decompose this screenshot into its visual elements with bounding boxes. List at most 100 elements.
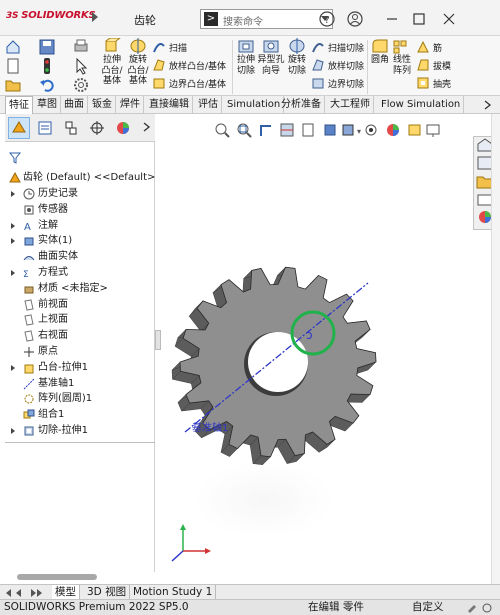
extrude-boss-icon <box>105 38 121 52</box>
revolve-cut-button[interactable]: 旋转 切除 <box>285 38 309 76</box>
swept-cut-button[interactable]: 扫描切除 <box>311 40 364 54</box>
display-style-icon: ▾ <box>342 124 361 136</box>
tree-item[interactable]: 材质 <未指定> <box>5 281 155 297</box>
tab-surfaces[interactable]: 曲面 <box>61 96 88 114</box>
loft-boss-button[interactable]: 放样凸台/基体 <box>152 58 226 72</box>
help-icon[interactable]: ? <box>316 8 338 30</box>
draft-button[interactable]: 拔模 <box>416 58 451 72</box>
options-gear-icon[interactable] <box>72 76 90 97</box>
save-icon[interactable] <box>38 38 56 59</box>
linear-pattern-button[interactable]: 线性 阵列 <box>391 38 413 76</box>
ribbon-separator <box>232 40 233 94</box>
filter-icon[interactable] <box>8 152 22 167</box>
tree-item[interactable]: 凸台-拉伸1 <box>5 360 155 376</box>
tab-simulation[interactable]: Simulation <box>224 96 285 114</box>
property-manager-tab-icon[interactable] <box>34 117 56 139</box>
minimize-icon[interactable] <box>381 8 403 30</box>
rib-button[interactable]: 筋 <box>416 40 442 54</box>
open-file-icon[interactable] <box>4 76 22 97</box>
tree-item[interactable]: 右视面 <box>5 328 155 344</box>
revolve-boss-button[interactable]: 旋转 凸台/ 基体 <box>126 38 150 87</box>
tree-item[interactable]: 上视面 <box>5 312 155 328</box>
expand-arrow-icon[interactable] <box>11 238 15 245</box>
tree-item[interactable]: 前视面 <box>5 297 155 313</box>
tree-item[interactable]: 基准轴1 <box>5 376 155 392</box>
new-file-icon[interactable] <box>4 57 22 78</box>
lofted-cut-icon <box>312 59 324 71</box>
tree-item[interactable]: 曲面实体 <box>5 249 155 265</box>
units-selector[interactable]: 自定义 <box>412 600 444 615</box>
boundary-cut-button[interactable]: 边界切除 <box>311 76 364 90</box>
tree-item[interactable]: 切除-拉伸1 <box>5 423 155 439</box>
fillet-button[interactable]: 圆角 <box>369 38 391 66</box>
tree-item[interactable]: 传感器 <box>5 202 155 218</box>
extrude-cut-icon <box>238 40 254 53</box>
tree-item-label: 传感器 <box>38 203 68 215</box>
tree-item[interactable]: 组合1 <box>5 407 155 423</box>
sweep-icon <box>153 43 165 53</box>
tab-analysis-prep[interactable]: 分析准备 <box>278 96 325 114</box>
gear-model[interactable]: 基准轴1 ↄ <box>161 114 473 572</box>
tree-item-label: 阵列(圆周)1 <box>38 393 93 405</box>
expand-arrow-icon[interactable] <box>11 364 15 371</box>
tab-evaluate[interactable]: 评估 <box>195 96 222 114</box>
extrude-cut-button[interactable]: 拉伸 切除 <box>234 38 258 76</box>
panel-tabs-more-icon[interactable] <box>141 122 151 135</box>
command-manager-tabs: 特征 草图 曲面 钣金 焊件 直接编辑 评估 Simulation 分析准备 大… <box>0 96 500 114</box>
undo-icon[interactable] <box>38 76 56 97</box>
expand-arrow-icon[interactable] <box>11 222 15 229</box>
zoom-to-area-icon <box>237 123 252 138</box>
print-icon[interactable] <box>72 38 90 59</box>
extrude-boss-button[interactable]: 拉伸 凸台/ 基体 <box>100 38 124 87</box>
annotation-icon: A <box>24 222 31 232</box>
tab-flow-simulation[interactable]: Flow Simulation <box>378 96 465 114</box>
select-arrow-icon[interactable] <box>72 57 90 78</box>
search-input[interactable]: > 搜索命令 <box>200 9 333 29</box>
hole-wizard-button[interactable]: 异型孔 向导 <box>258 38 285 76</box>
display-manager-tab-icon[interactable] <box>112 117 134 139</box>
solidworks-logo[interactable]: 3S SOLIDWORKS <box>6 10 96 21</box>
tree-item[interactable]: 阵列(圆周)1 <box>5 391 155 407</box>
feature-manager-tab-icon[interactable] <box>8 117 30 139</box>
shell-button[interactable]: 抽壳 <box>416 76 451 90</box>
tab-3d-view[interactable]: 3D 视图 <box>84 585 131 600</box>
user-icon[interactable] <box>344 8 366 30</box>
heads-up-view-toolbar: ▾ <box>213 120 443 140</box>
dimxpert-tab-icon[interactable] <box>86 117 108 139</box>
configuration-manager-tab-icon[interactable] <box>60 117 82 139</box>
tab-engineer[interactable]: 大工程师 <box>327 96 374 114</box>
tree-item-label: 原点 <box>38 346 58 357</box>
sweep-button[interactable]: 扫描 <box>152 40 187 54</box>
svg-text:A: A <box>24 222 31 232</box>
close-icon[interactable] <box>438 8 460 30</box>
tab-direct-editing[interactable]: 直接编辑 <box>146 96 193 114</box>
maximize-icon[interactable] <box>408 8 430 30</box>
tab-sketch[interactable]: 草图 <box>34 96 61 114</box>
tree-item[interactable]: Σ 方程式 <box>5 265 155 281</box>
tree-item-label: 右视面 <box>38 330 68 342</box>
traffic-light-icon[interactable] <box>38 57 56 78</box>
tree-root-part[interactable]: 齿轮 (Default) <<Default>_Ph <box>5 170 155 186</box>
expand-arrow-icon[interactable] <box>11 191 15 197</box>
tab-weldments[interactable]: 焊件 <box>117 96 144 114</box>
tree-item[interactable]: 历史记录 <box>5 186 155 202</box>
solidworks-resources-icon <box>477 138 493 152</box>
vertical-scrollbar[interactable] <box>491 114 500 614</box>
menu-expand-icon[interactable] <box>92 12 98 22</box>
expand-arrow-icon[interactable] <box>11 270 15 276</box>
tree-item[interactable]: 原点 <box>5 344 155 360</box>
tab-motion-study[interactable]: Motion Study 1 <box>130 585 217 600</box>
graphics-area[interactable]: 基准轴1 ↄ <box>161 114 473 572</box>
home-icon[interactable] <box>4 38 22 59</box>
panel-horizontal-scrollbar[interactable] <box>17 574 97 580</box>
previous-view-icon <box>260 125 271 136</box>
expand-arrow-icon[interactable] <box>11 428 15 434</box>
tab-model[interactable]: 模型 <box>52 585 80 600</box>
tabs-scroll-right-icon[interactable] <box>482 100 492 113</box>
tab-features[interactable]: 特征 <box>5 96 33 114</box>
tab-sheet-metal[interactable]: 钣金 <box>89 96 116 114</box>
lofted-cut-button[interactable]: 放样切除 <box>311 58 364 72</box>
tree-item[interactable]: A 注解 <box>5 218 155 234</box>
boundary-boss-button[interactable]: 边界凸台/基体 <box>152 76 226 90</box>
tree-item[interactable]: 实体(1) <box>5 233 155 249</box>
